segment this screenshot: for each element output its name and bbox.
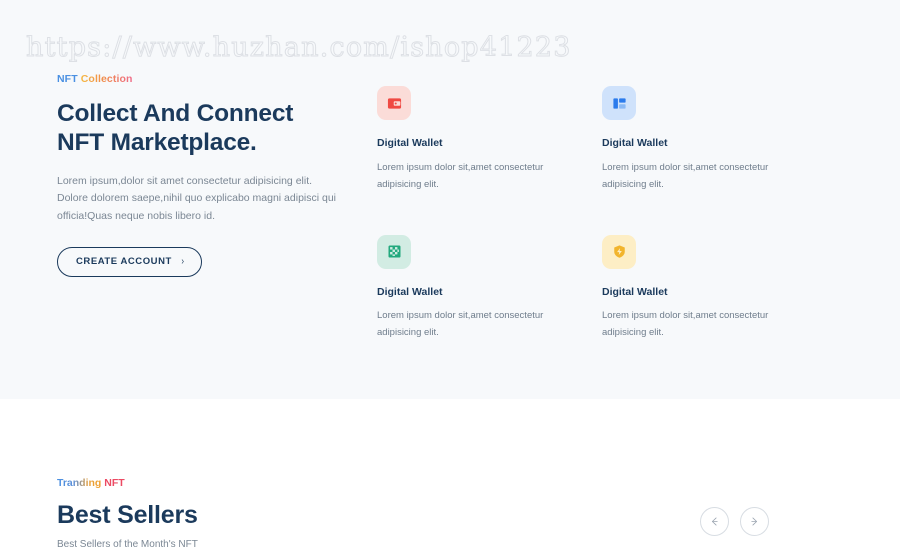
layout-columns-icon (602, 86, 636, 120)
chevron-right-icon: › (181, 256, 184, 267)
feature-description: Lorem ipsum dolor sit,amet consectetur a… (377, 161, 544, 190)
best-sellers-header: Tranding NFT Best Sellers Best Sellers o… (57, 478, 457, 551)
checkerboard-grid-icon (377, 234, 411, 269)
feature-description: Lorem ipsum dolor sit,amet consectetur a… (377, 310, 544, 338)
feature-title: Digital Wallet (602, 285, 668, 298)
hero-description: Lorem ipsum,dolor sit amet consectetur a… (57, 174, 336, 222)
hero-section: https://www.huzhan.com/ishop41223 NFT Co… (0, 0, 900, 399)
hero-eyebrow-part2: Collection (80, 73, 133, 85)
shield-lightning-icon (602, 234, 636, 269)
wallet-card-icon (377, 86, 411, 120)
feature-card[interactable]: Digital Wallet Lorem ipsum dolor sit,ame… (602, 86, 792, 193)
feature-description: Lorem ipsum dolor sit,amet consectetur a… (602, 310, 769, 338)
create-account-label: CREATE ACCOUNT (76, 256, 172, 268)
arrow-right-icon (751, 517, 758, 526)
feature-card[interactable]: Digital Wallet Lorem ipsum dolor sit,ame… (377, 234, 567, 342)
carousel-next-button[interactable] (740, 507, 769, 536)
best-sellers-eyebrow-part1: Tranding (57, 477, 102, 489)
feature-title: Digital Wallet (602, 137, 668, 149)
hero-eyebrow-part1: NFT (57, 73, 78, 85)
feature-grid: Digital Wallet Lorem ipsum dolor sit,ame… (377, 86, 857, 341)
hero-left-column: NFT Collection Collect And Connect NFT M… (57, 74, 357, 277)
landing-page: https://www.huzhan.com/ishop41223 NFT Co… (0, 0, 900, 556)
carousel-nav (700, 507, 769, 536)
best-sellers-eyebrow-part2: NFT (104, 477, 125, 489)
best-sellers-subtitle: Best Sellers of the Month's NFT (57, 538, 198, 550)
create-account-button[interactable]: CREATE ACCOUNT › (57, 247, 203, 277)
feature-card[interactable]: Digital Wallet Lorem ipsum dolor sit,ame… (602, 234, 792, 342)
best-sellers-eyebrow: Tranding NFT (57, 478, 457, 489)
feature-card[interactable]: Digital Wallet Lorem ipsum dolor sit,ame… (377, 86, 567, 193)
feature-title: Digital Wallet (377, 285, 443, 298)
feature-title: Digital Wallet (377, 137, 443, 149)
hero-eyebrow: NFT Collection (57, 74, 357, 85)
best-sellers-title: Best Sellers (57, 500, 198, 529)
arrow-left-icon (711, 517, 718, 526)
best-sellers-section: Tranding NFT Best Sellers Best Sellers o… (0, 399, 900, 556)
site-watermark: https://www.huzhan.com/ishop41223 (26, 32, 572, 64)
carousel-prev-button[interactable] (700, 507, 729, 536)
feature-description: Lorem ipsum dolor sit,amet consectetur a… (602, 161, 769, 190)
page-title: Collect And Connect NFT Marketplace. (57, 99, 294, 156)
